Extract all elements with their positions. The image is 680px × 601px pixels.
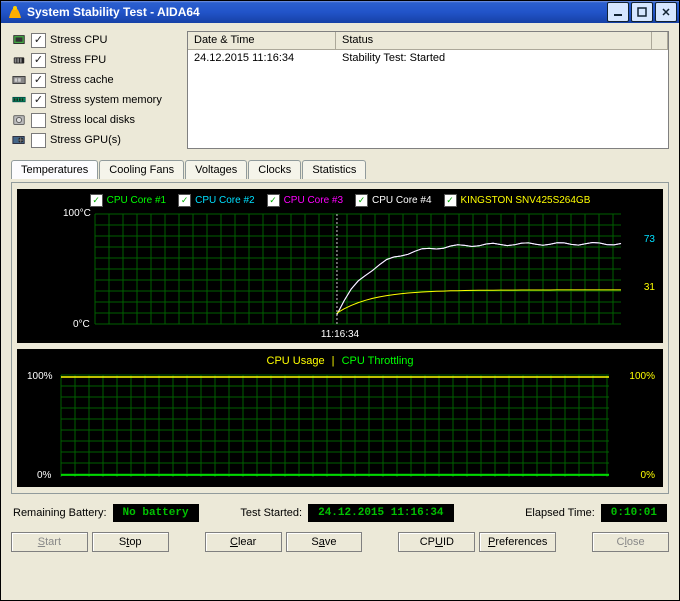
app-window: System Stability Test - AIDA64 Stress CP… (0, 0, 680, 601)
close-dialog-button[interactable]: Close (592, 532, 669, 552)
tab-content: CPU Core #1 CPU Core #2 CPU Core #3 CPU Cor… (11, 182, 669, 494)
legend-item[interactable]: CPU Core #1 (90, 194, 166, 207)
stress-label: Stress GPU(s) (50, 134, 121, 146)
stress-checkbox[interactable] (31, 93, 46, 108)
stress-label: Stress cache (50, 74, 114, 86)
y-min-label: 0°C (73, 319, 90, 330)
tab-temperatures[interactable]: Temperatures (11, 160, 98, 179)
temperature-graph: CPU Core #1 CPU Core #2 CPU Core #3 CPU Cor… (17, 189, 663, 343)
stress-checkbox[interactable] (31, 133, 46, 148)
start-button[interactable]: Start (11, 532, 88, 552)
stress-item-cpu: Stress CPU (11, 31, 179, 49)
stress-item-gpu: Stress GPU(s) (11, 131, 179, 149)
legend-item[interactable]: KINGSTON SNV425S264GB (444, 194, 591, 207)
legend-item[interactable]: CPU Core #4 (355, 194, 431, 207)
clear-button[interactable]: Clear (205, 532, 282, 552)
cache-icon (11, 73, 27, 87)
legend-item[interactable]: CPU Core #2 (178, 194, 254, 207)
legend-checkbox[interactable] (90, 194, 103, 207)
stress-options: Stress CPU Stress FPU Stress cache Stress s… (11, 31, 179, 149)
battery-value: No battery (113, 504, 199, 522)
col-datetime[interactable]: Date & Time (188, 32, 336, 50)
battery-label: Remaining Battery: (13, 507, 107, 519)
status-row: Remaining Battery: No battery Test Start… (11, 498, 669, 526)
window-title: System Stability Test - AIDA64 (27, 5, 607, 19)
maximize-button[interactable] (631, 2, 653, 22)
col-status[interactable]: Status (336, 32, 652, 50)
save-button[interactable]: Save (286, 532, 363, 552)
preferences-button[interactable]: Preferences (479, 532, 556, 552)
event-log: Date & Time Status 24.12.2015 11:16:34St… (187, 31, 669, 149)
stress-item-fpu: Stress FPU (11, 51, 179, 69)
stress-item-cache: Stress cache (11, 71, 179, 89)
stress-label: Stress FPU (50, 54, 106, 66)
stress-checkbox[interactable] (31, 113, 46, 128)
tab-strip: TemperaturesCooling FansVoltagesClocksSt… (11, 159, 669, 178)
usage-plot: 100% 0% 100% 0% (23, 371, 657, 481)
stop-button[interactable]: Stop (92, 532, 169, 552)
elapsed-value: 0:10:01 (601, 504, 667, 522)
titlebar: System Stability Test - AIDA64 (1, 1, 679, 23)
stress-checkbox[interactable] (31, 33, 46, 48)
gpu-icon (11, 133, 27, 147)
mem-icon (11, 93, 27, 107)
stress-label: Stress CPU (50, 34, 107, 46)
started-label: Test Started: (240, 507, 302, 519)
stress-checkbox[interactable] (31, 73, 46, 88)
stress-item-disk: Stress local disks (11, 111, 179, 129)
minimize-button[interactable] (607, 2, 629, 22)
fpu-icon (11, 53, 27, 67)
stress-item-mem: Stress system memory (11, 91, 179, 109)
usage-graph: CPU Usage | CPU Throttling 100% 0% 100% … (17, 349, 663, 487)
started-value: 24.12.2015 11:16:34 (308, 504, 453, 522)
temperature-legend: CPU Core #1 CPU Core #2 CPU Core #3 CPU Cor… (23, 193, 657, 210)
usage-title: CPU Usage | CPU Throttling (23, 353, 657, 371)
legend-item[interactable]: CPU Core #3 (267, 194, 343, 207)
stress-label: Stress system memory (50, 94, 162, 106)
tab-voltages[interactable]: Voltages (185, 160, 247, 179)
legend-checkbox[interactable] (355, 194, 368, 207)
temp-value-ssd: 31 (644, 282, 655, 293)
cpu-icon (11, 33, 27, 47)
elapsed-label: Elapsed Time: (525, 507, 595, 519)
y-max-label: 100°C (63, 208, 91, 219)
disk-icon (11, 113, 27, 127)
temperature-plot: 100°C 0°C 73 31 (23, 210, 657, 328)
app-icon (7, 4, 23, 20)
temp-value-cores: 73 (644, 234, 655, 245)
close-button[interactable] (655, 2, 677, 22)
tab-statistics[interactable]: Statistics (302, 160, 366, 179)
tab-cooling-fans[interactable]: Cooling Fans (99, 160, 184, 179)
cpuid-button[interactable]: CPUID (398, 532, 475, 552)
stress-label: Stress local disks (50, 114, 135, 126)
log-row[interactable]: 24.12.2015 11:16:34Stability Test: Start… (188, 50, 668, 68)
legend-checkbox[interactable] (444, 194, 457, 207)
button-row: Start Stop Clear Save CPUID Preferences … (11, 530, 669, 554)
x-marker-label: 11:16:34 (23, 328, 657, 341)
legend-checkbox[interactable] (178, 194, 191, 207)
tab-clocks[interactable]: Clocks (248, 160, 301, 179)
legend-checkbox[interactable] (267, 194, 280, 207)
stress-checkbox[interactable] (31, 53, 46, 68)
col-spacer (652, 32, 668, 50)
